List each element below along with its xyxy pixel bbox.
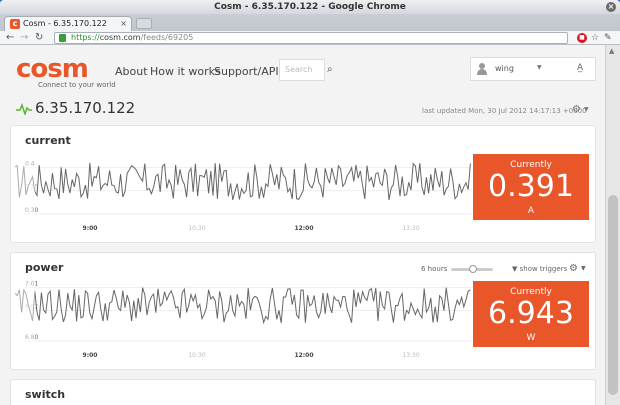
- last-updated: last updated Mon, 30 Jul 2012 14:17:13 +…: [422, 107, 587, 115]
- x-tick-label: 12:00: [294, 352, 313, 359]
- browser-tab[interactable]: c Cosm - 6.35.170.122 ×: [4, 16, 132, 31]
- window-title: Cosm - 6.35.170.122 - Google Chrome: [214, 2, 406, 12]
- history-fade: [15, 281, 35, 345]
- current-value-box: Currently 0.391 A: [473, 154, 589, 220]
- cosm-favicon-icon: c: [10, 19, 20, 29]
- user-menu[interactable]: wing ▼ A̲: [470, 57, 596, 81]
- feed-header: 6.35.170.122 last updated Mon, 30 Jul 20…: [0, 95, 605, 125]
- back-arrow-icon[interactable]: ←: [6, 32, 14, 44]
- time-range-slider[interactable]: [451, 265, 493, 273]
- current-unit: W: [526, 333, 536, 343]
- stream-title: current: [25, 134, 71, 147]
- x-tick-label: 9:00: [83, 352, 98, 359]
- new-tab-button[interactable]: [136, 18, 152, 29]
- current-value: 0.391: [488, 169, 574, 204]
- tab-title: Cosm - 6.35.170.122: [23, 19, 107, 28]
- x-tick-label: 10:30: [188, 352, 205, 359]
- user-avatar-icon: [477, 63, 487, 75]
- language-icon[interactable]: A̲: [577, 63, 583, 73]
- nav-about-link[interactable]: About: [115, 65, 148, 78]
- current-unit: A: [527, 206, 535, 216]
- search-input[interactable]: Search: [279, 59, 325, 81]
- page-scrollbar[interactable]: ▲: [605, 45, 620, 405]
- window-titlebar: Cosm - 6.35.170.122 - Google Chrome ×: [0, 0, 620, 14]
- x-tick-label: 12:00: [294, 225, 313, 232]
- cosm-logo[interactable]: cosm: [16, 55, 89, 83]
- tab-strip: c Cosm - 6.35.170.122 ×: [0, 14, 620, 31]
- tab-close-icon[interactable]: ×: [120, 17, 127, 30]
- series-line: [15, 287, 471, 325]
- history-fade: [15, 154, 35, 218]
- url-path: /feeds/69205: [140, 33, 194, 42]
- feed-title: 6.35.170.122: [35, 99, 136, 117]
- x-tick-label: 10:30: [188, 225, 205, 232]
- adblock-extension-icon[interactable]: ■: [577, 33, 587, 43]
- chevron-down-icon[interactable]: ▼: [581, 265, 586, 272]
- time-range-label: 6 hours: [421, 265, 448, 273]
- chevron-down-icon: ▼: [537, 64, 542, 71]
- wrench-icon[interactable]: ✎: [604, 33, 612, 43]
- chevron-down-icon[interactable]: ▼: [584, 106, 589, 113]
- series-line: [15, 162, 471, 201]
- stream-chart-power[interactable]: 7.016.926.809:0010:3012:0013:30: [15, 279, 471, 369]
- show-triggers-button[interactable]: ▼ show triggers: [512, 265, 567, 273]
- scrollbar-thumb[interactable]: [608, 195, 618, 395]
- window-close-icon[interactable]: ×: [606, 2, 616, 12]
- stream-chart-current[interactable]: 0.40.350.309:0010:3012:0013:30: [15, 152, 471, 242]
- search-icon[interactable]: ⌕: [327, 64, 333, 75]
- lock-icon: [59, 34, 66, 42]
- url-host: cosm.com: [99, 33, 141, 42]
- x-tick-label: 9:00: [83, 225, 98, 232]
- current-value: 6.943: [488, 296, 574, 331]
- x-tick-label: 13:30: [402, 225, 419, 232]
- stream-panel-current: current 0.40.350.309:0010:3012:0013:30 C…: [10, 125, 596, 243]
- forward-arrow-icon[interactable]: →: [20, 32, 28, 44]
- browser-toolbar: ← → ↻ https://cosm.com/feeds/69205 ■ ☆ ✎: [0, 31, 620, 45]
- show-triggers-label: show triggers: [519, 265, 568, 273]
- nav-how-it-works-link[interactable]: How it works: [150, 65, 221, 78]
- gear-icon[interactable]: ⚙: [572, 104, 581, 115]
- address-bar[interactable]: https://cosm.com/feeds/69205: [54, 32, 568, 44]
- url-scheme: https://: [71, 33, 100, 42]
- logo-tagline: Connect to your world: [38, 81, 116, 89]
- page-content: cosm Connect to your world About How it …: [0, 45, 605, 405]
- scroll-up-arrow-icon[interactable]: ▲: [609, 47, 614, 55]
- nav-support-api-link[interactable]: Support/API: [214, 65, 279, 78]
- stream-panel-power: power 6 hours ▼ show triggers ⚙ ▼ 7.016.…: [10, 252, 596, 370]
- x-tick-label: 13:30: [402, 352, 419, 359]
- stream-title: power: [25, 261, 64, 274]
- current-value-box: Currently 6.943 W: [473, 281, 589, 347]
- site-header: cosm Connect to your world About How it …: [0, 45, 605, 95]
- stream-panel-switch: switch: [10, 379, 596, 405]
- stream-title: switch: [25, 388, 66, 401]
- star-icon[interactable]: ☆: [591, 33, 599, 43]
- user-name: wing: [495, 64, 514, 73]
- gear-icon[interactable]: ⚙: [569, 263, 578, 274]
- pulse-icon: [16, 103, 32, 115]
- slider-handle[interactable]: [469, 265, 477, 273]
- browser-window: Cosm - 6.35.170.122 - Google Chrome × c …: [0, 0, 620, 405]
- reload-icon[interactable]: ↻: [35, 32, 43, 44]
